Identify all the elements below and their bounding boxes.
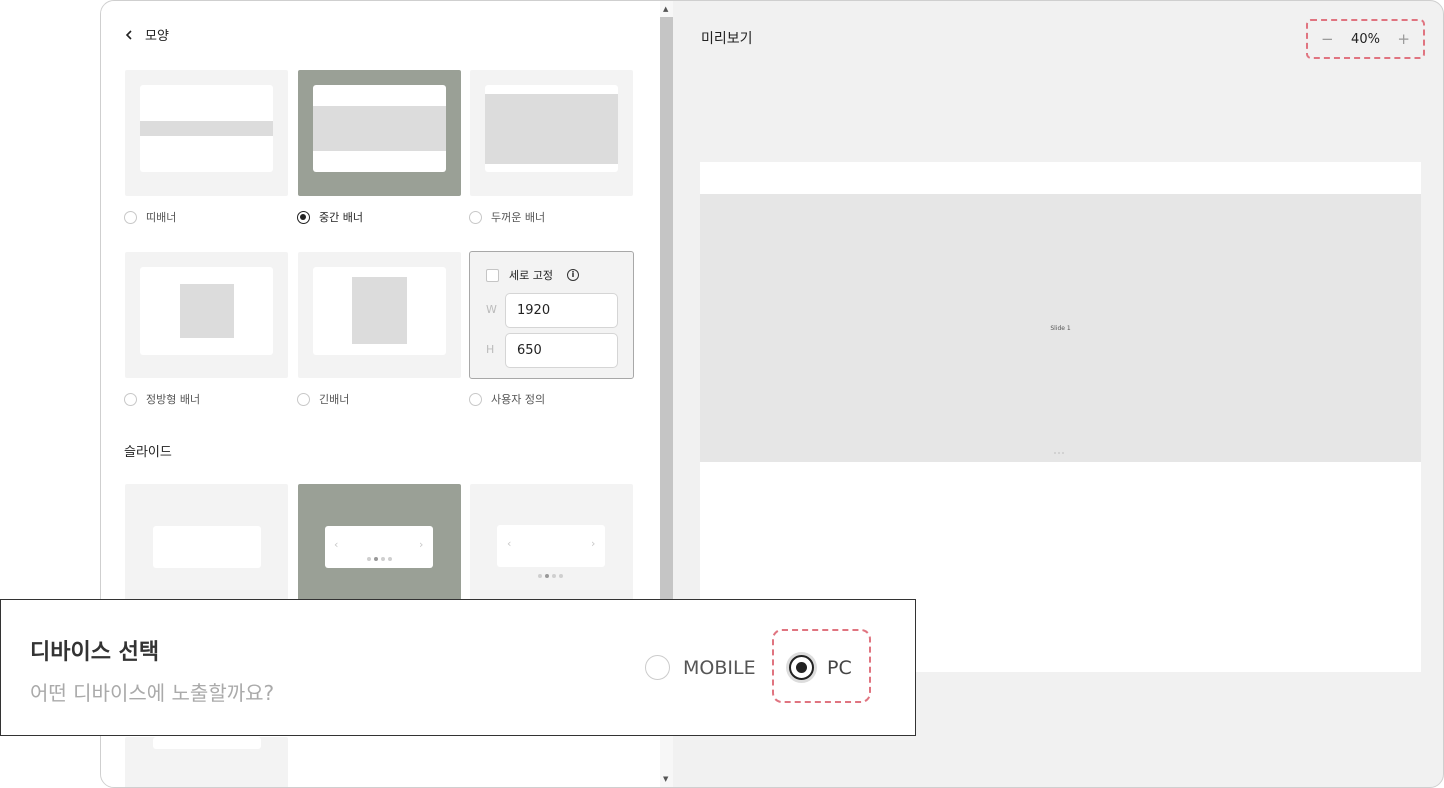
slide-section-title: 슬라이드 <box>124 445 172 460</box>
slide-label: Slide 1 <box>1050 324 1071 332</box>
scrollbar-thumb[interactable] <box>660 17 673 605</box>
radio-button-selected[interactable] <box>297 210 310 224</box>
device-option-label: MOBILE <box>683 656 756 679</box>
shape-option-label: 두꺼운 배너 <box>491 211 546 224</box>
back-label: 모양 <box>145 29 169 44</box>
shape-option-label: 사용자 정의 <box>491 393 546 406</box>
device-option-label: PC <box>827 656 852 679</box>
scroll-up-icon[interactable]: ▲ <box>663 5 668 13</box>
slide-card-arrows-dots[interactable]: ‹ › <box>298 484 461 604</box>
shape-card-square-banner[interactable] <box>125 252 288 378</box>
pagination-dots <box>538 574 563 578</box>
shape-option-thick[interactable]: 두꺼운 배너 <box>469 209 545 225</box>
device-option-pc[interactable]: PC <box>789 655 852 680</box>
device-subtitle: 어떤 디바이스에 노출할까요? <box>30 681 275 705</box>
radio-button[interactable] <box>469 392 482 406</box>
preview-slide-dots <box>1054 452 1064 454</box>
shape-option-square[interactable]: 정방형 배너 <box>124 391 200 407</box>
height-input[interactable] <box>505 333 618 368</box>
shape-option-long[interactable]: 긴배너 <box>297 391 349 407</box>
slide-card-arrows-dots-outside[interactable]: ‹ › <box>470 484 633 604</box>
zoom-control: − 40% + <box>1306 19 1425 59</box>
device-title: 디바이스 선택 <box>30 640 160 665</box>
pagination-dots <box>367 557 392 561</box>
device-option-mobile[interactable]: MOBILE <box>645 655 756 680</box>
radio-button-selected[interactable] <box>789 655 814 680</box>
fix-height-checkbox[interactable] <box>486 268 499 282</box>
shape-option-middle[interactable]: 중간 배너 <box>297 209 363 225</box>
height-label: H <box>486 343 495 356</box>
radio-button[interactable] <box>469 210 482 224</box>
preview-title: 미리보기 <box>701 31 753 47</box>
shape-card-strip-banner[interactable] <box>125 70 288 196</box>
shape-card-thick-banner[interactable] <box>470 70 633 196</box>
shape-option-label: 띠배너 <box>146 211 177 224</box>
shape-card-long-banner[interactable] <box>298 252 461 378</box>
info-icon[interactable]: i <box>566 269 579 281</box>
preview-slide: Slide 1 <box>700 194 1421 462</box>
radio-button[interactable] <box>124 392 137 406</box>
custom-size-card[interactable]: 세로 고정 i W H <box>469 251 634 379</box>
zoom-level: 40% <box>1351 31 1380 47</box>
shape-card-middle-banner[interactable] <box>298 70 461 196</box>
chevron-left-icon: ‹ <box>334 538 339 551</box>
back-button[interactable]: 모양 <box>123 25 169 44</box>
shape-option-label: 긴배너 <box>319 393 350 406</box>
shape-option-strip[interactable]: 띠배너 <box>124 209 176 225</box>
width-label: W <box>486 303 497 316</box>
width-input[interactable] <box>505 293 618 328</box>
radio-button[interactable] <box>124 210 137 224</box>
zoom-out-button[interactable]: − <box>1321 30 1334 48</box>
slide-card-partial[interactable] <box>125 737 288 787</box>
shape-option-custom[interactable]: 사용자 정의 <box>469 391 545 407</box>
chevron-left-icon: ‹ <box>507 537 512 550</box>
zoom-in-button[interactable]: + <box>1397 30 1410 48</box>
radio-button[interactable] <box>297 392 310 406</box>
chevron-right-icon: › <box>591 537 596 550</box>
slide-card-none[interactable] <box>125 484 288 604</box>
shape-option-label: 정방형 배너 <box>146 393 201 406</box>
preview-canvas: Slide 1 <box>700 162 1421 672</box>
chevron-left-icon <box>125 29 132 40</box>
fix-height-checkbox-row[interactable]: 세로 고정 i <box>486 267 579 283</box>
fix-height-label: 세로 고정 <box>509 269 553 282</box>
shape-option-label: 중간 배너 <box>319 211 363 224</box>
radio-button[interactable] <box>645 655 670 680</box>
chevron-right-icon: › <box>419 538 424 551</box>
scroll-down-icon[interactable]: ▼ <box>663 775 668 783</box>
